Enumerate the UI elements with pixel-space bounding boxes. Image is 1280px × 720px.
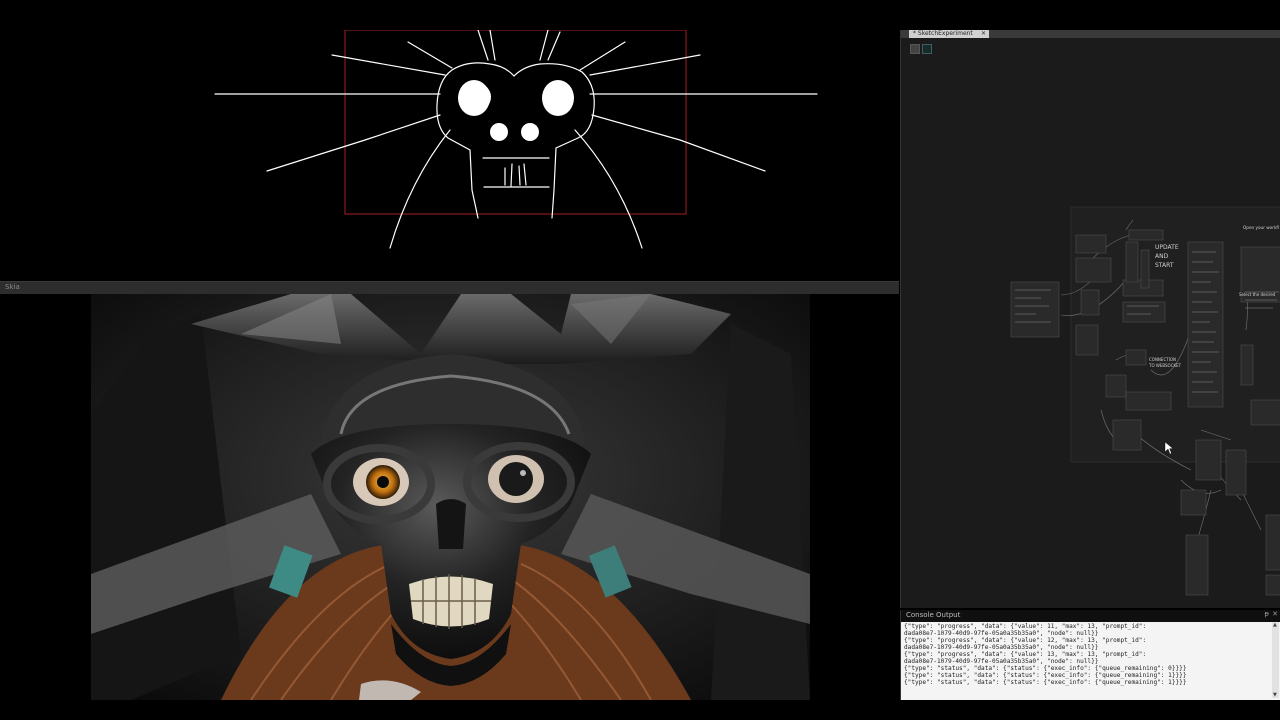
- leg: [589, 54, 701, 76]
- console-line: {"type": "status", "data": {"status": {"…: [904, 672, 1187, 679]
- console-line: {"type": "status", "data": {"status": {"…: [904, 665, 1187, 672]
- svg-text:UPDATE: UPDATE: [1155, 244, 1179, 251]
- close-icon[interactable]: ✕: [1272, 610, 1278, 618]
- leg: [547, 31, 561, 61]
- console-line: {"type": "status", "data": {"status": {"…: [904, 679, 1187, 686]
- console-log[interactable]: {"type": "progress", "data": {"value": 1…: [904, 623, 1266, 697]
- console-line: {"type": "progress", "data": {"value": 1…: [904, 651, 1147, 658]
- open-workflow-note: Open your workfl: [1243, 225, 1279, 230]
- leg: [407, 41, 453, 69]
- svg-text:START: START: [1155, 262, 1174, 269]
- scroll-down-icon[interactable]: ▼: [1273, 692, 1277, 698]
- console-line: dada08e7-1079-40d9-97fe-05a0a35b35a0", "…: [904, 630, 1099, 637]
- svg-text:CONNECTION: CONNECTION: [1149, 357, 1176, 362]
- leg: [591, 114, 766, 172]
- sketch-drawing: [214, 30, 818, 249]
- output-bar-label: Skia: [5, 283, 20, 291]
- select-desired-note: Select the desired: [1239, 292, 1276, 297]
- console-line: dada08e7-1079-40d9-97fe-05a0a35b35a0", "…: [904, 658, 1099, 665]
- node-graph-canvas[interactable]: UPDATE AND START CONNECTION TO WEBSOCKET…: [901, 30, 1280, 608]
- leg: [579, 41, 626, 71]
- sketch-canvas[interactable]: [0, 30, 899, 280]
- head-outline: [436, 62, 595, 219]
- leg: [389, 129, 451, 249]
- console-line: {"type": "progress", "data": {"value": 1…: [904, 637, 1147, 644]
- svg-text:TO WEBSOCKET: TO WEBSOCKET: [1148, 363, 1182, 368]
- console-scrollbar[interactable]: ▲ ▼: [1272, 622, 1279, 698]
- console-window[interactable]: Console Output ᵽ ✕ {"type": "progress", …: [900, 610, 1280, 700]
- console-line: dada08e7-1079-40d9-97fe-05a0a35b35a0", "…: [904, 644, 1099, 651]
- leg: [574, 129, 643, 249]
- nostril-right: [521, 123, 539, 141]
- bottom-strip: [0, 700, 1280, 720]
- svg-text:AND: AND: [1155, 253, 1169, 260]
- leg: [539, 30, 549, 61]
- leg: [477, 30, 489, 61]
- console-title: Console Output: [906, 611, 961, 619]
- teeth: [482, 157, 550, 188]
- nostril-left: [490, 123, 508, 141]
- leg: [331, 54, 446, 76]
- leg: [266, 114, 441, 172]
- generated-image: [91, 294, 810, 700]
- console-line: {"type": "progress", "data": {"value": 1…: [904, 623, 1147, 630]
- output-panel: [0, 294, 899, 700]
- output-divider-bar[interactable]: Skia: [0, 281, 899, 295]
- console-header: Console Output ᵽ ✕: [901, 610, 1280, 622]
- leg: [489, 30, 496, 61]
- scroll-up-icon[interactable]: ▲: [1273, 622, 1277, 628]
- editor-window[interactable]: * SketchExperiment ✕ UPDATE AND START CO…: [900, 30, 1280, 608]
- pin-icon[interactable]: ᵽ: [1264, 610, 1269, 618]
